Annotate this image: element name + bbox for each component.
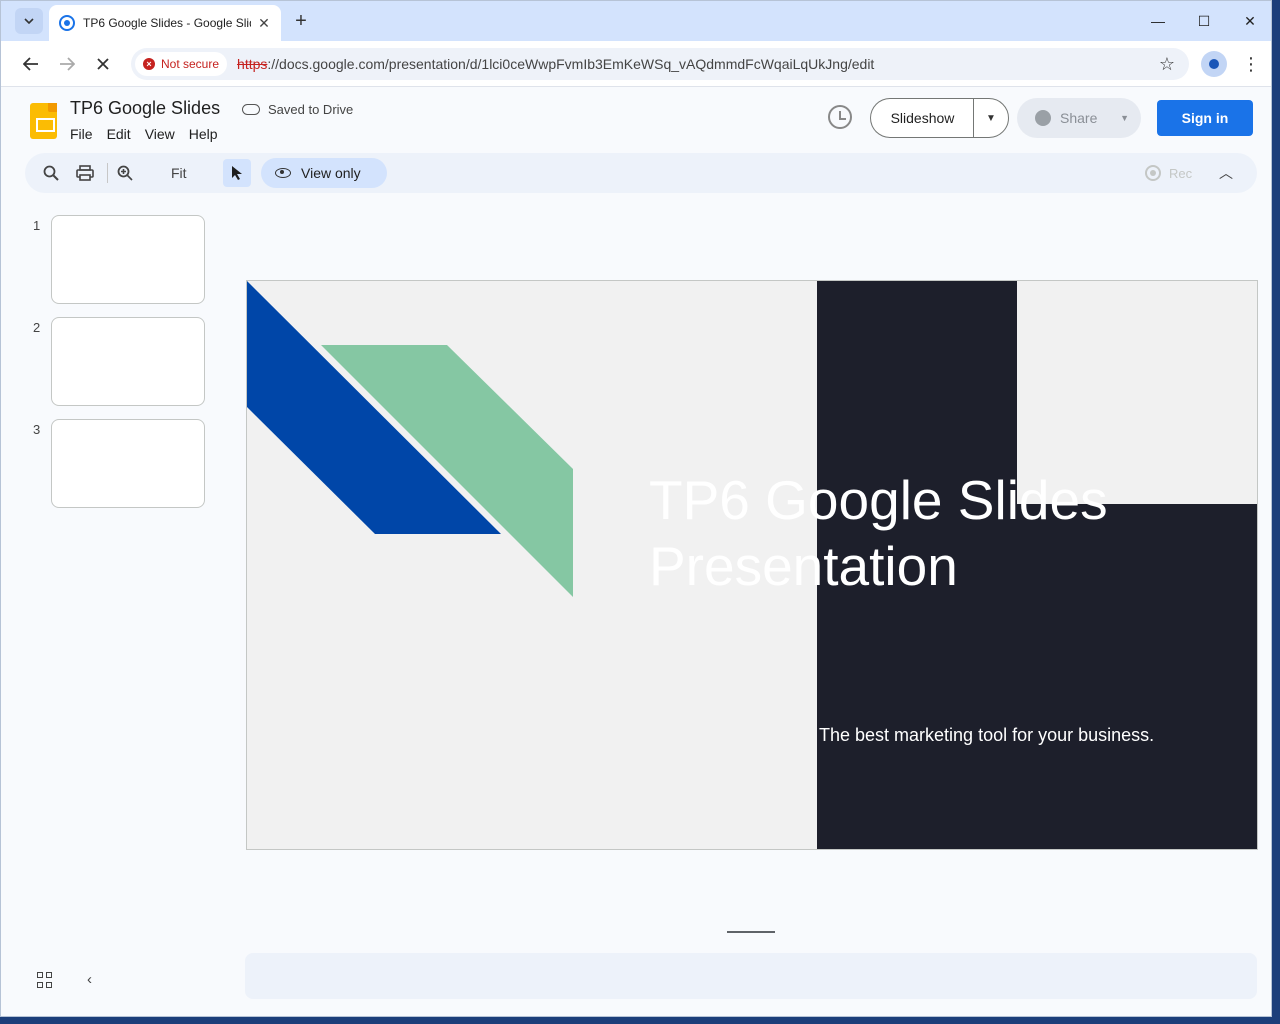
loading-favicon-icon <box>59 15 75 31</box>
record-label: Rec <box>1169 165 1193 181</box>
eye-icon <box>275 168 291 178</box>
address-bar[interactable]: × Not secure https://docs.google.com/pre… <box>131 48 1189 80</box>
caret-down-icon: ▼ <box>1120 113 1129 123</box>
view-only-chip[interactable]: View only <box>261 158 387 188</box>
warning-icon: × <box>143 58 155 70</box>
profile-avatar[interactable] <box>1201 51 1227 77</box>
slide-thumbnail[interactable] <box>51 419 205 508</box>
slideshow-button[interactable]: Slideshow <box>870 98 974 138</box>
slides-logo-icon[interactable] <box>30 103 57 139</box>
slide-canvas[interactable]: TP6 Google Slides Presentation The best … <box>246 280 1258 850</box>
chevron-down-icon <box>24 18 34 24</box>
forward-arrow-icon <box>60 57 75 71</box>
sign-in-button[interactable]: Sign in <box>1157 100 1253 136</box>
zoom-select[interactable]: Fit <box>171 165 187 181</box>
menu-help[interactable]: Help <box>189 126 218 142</box>
browser-toolbar: × Not secure https://docs.google.com/pre… <box>1 41 1271 87</box>
save-status-label: Saved to Drive <box>268 102 354 117</box>
document-title[interactable]: TP6 Google Slides <box>70 98 220 119</box>
slide-thumbnail[interactable] <box>51 317 205 406</box>
bookmark-star-icon[interactable]: ☆ <box>1159 54 1175 75</box>
zoom-in-icon[interactable] <box>113 161 137 185</box>
globe-icon <box>1035 110 1051 126</box>
record-button[interactable]: Rec <box>1145 165 1192 181</box>
tab-search-button[interactable] <box>15 8 43 34</box>
view-only-label: View only <box>301 165 361 181</box>
tab-title: TP6 Google Slides - Google Slides <box>83 16 251 30</box>
tab-strip: TP6 Google Slides - Google Slides ✕ + — … <box>1 1 1271 41</box>
slide-title-line1: TP6 Google Slides <box>649 469 1108 531</box>
menu-edit[interactable]: Edit <box>107 126 131 142</box>
slide-title: TP6 Google Slides Presentation <box>649 467 1249 599</box>
maximize-button[interactable]: ☐ <box>1181 1 1227 41</box>
toolbar-divider <box>107 163 108 183</box>
slideshow-dropdown-button[interactable]: ▼ <box>973 98 1009 138</box>
tab-close-icon[interactable]: ✕ <box>255 14 273 32</box>
history-icon[interactable] <box>828 105 852 129</box>
menu-view[interactable]: View <box>145 126 175 142</box>
cursor-arrow-icon <box>232 166 242 180</box>
url-scheme: https <box>237 56 268 72</box>
browser-menu-icon[interactable]: ⋮ <box>1239 50 1263 78</box>
notes-resize-handle[interactable] <box>727 931 775 933</box>
menu-file[interactable]: File <box>70 126 93 142</box>
share-label: Share <box>1060 110 1098 126</box>
stop-loading-icon <box>97 58 109 70</box>
slides-toolbar: Fit ▼ View only Rec ︿ <box>25 153 1257 193</box>
new-tab-button[interactable]: + <box>289 9 313 33</box>
back-button[interactable] <box>17 50 45 78</box>
security-label: Not secure <box>161 57 220 71</box>
select-tool-button[interactable] <box>223 159 251 187</box>
back-arrow-icon <box>23 57 38 71</box>
grid-view-icon[interactable] <box>37 972 53 988</box>
print-icon[interactable] <box>73 161 97 185</box>
minimize-button[interactable]: — <box>1135 1 1181 41</box>
slide-number: 3 <box>33 422 41 437</box>
record-icon <box>1145 165 1161 181</box>
collapse-toolbar-icon[interactable]: ︿ <box>1219 163 1233 183</box>
slide-number: 2 <box>33 320 41 335</box>
save-status[interactable]: Saved to Drive <box>242 102 353 117</box>
forward-button[interactable] <box>53 50 81 78</box>
caret-down-icon: ▼ <box>986 112 996 124</box>
speaker-notes-panel[interactable] <box>245 953 1257 999</box>
active-tab[interactable]: TP6 Google Slides - Google Slides ✕ <box>49 5 281 41</box>
slide-subtitle: The best marketing tool for your busines… <box>819 725 1155 745</box>
slide-thumbnail[interactable] <box>51 215 205 304</box>
browser-window: TP6 Google Slides - Google Slides ✕ + — … <box>0 0 1272 1017</box>
slide-title-line2: Presentation <box>649 535 958 597</box>
slide-number: 1 <box>33 218 41 233</box>
search-icon[interactable] <box>39 161 63 185</box>
menu-bar: File Edit View Help <box>70 126 232 142</box>
security-chip[interactable]: × Not secure <box>135 52 228 76</box>
stop-loading-button[interactable] <box>89 50 117 78</box>
close-window-button[interactable]: ✕ <box>1227 1 1271 41</box>
url-text[interactable]: https://docs.google.com/presentation/d/1… <box>237 56 874 72</box>
chevron-left-icon[interactable]: ‹ <box>87 971 92 988</box>
share-button[interactable]: Share ▼ <box>1017 98 1141 138</box>
cloud-saved-icon <box>242 104 260 115</box>
url-path: ://docs.google.com/presentation/d/1lci0c… <box>267 56 875 72</box>
